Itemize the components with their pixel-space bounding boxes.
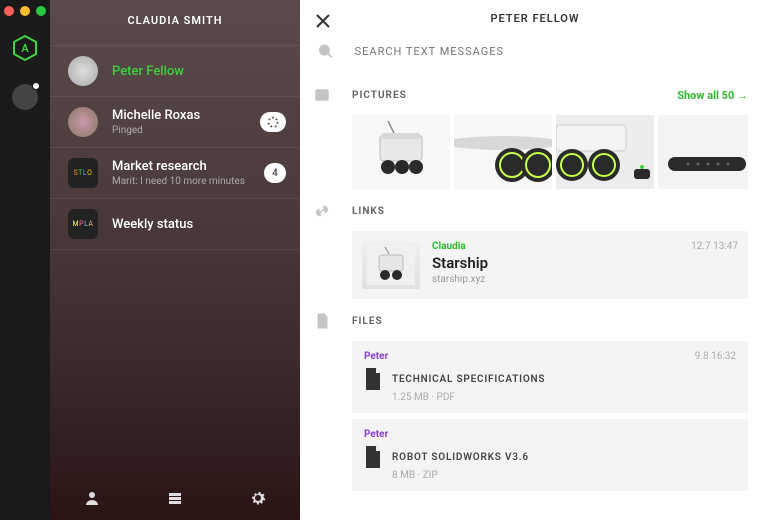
conversation-item-weekly-status[interactable]: MPLA Weekly status: [50, 199, 300, 250]
document-icon: [364, 368, 382, 390]
app-window: A CLAUDIA SMITH Peter Fellow Michelle Ro…: [0, 0, 770, 520]
user-avatar[interactable]: [12, 84, 38, 110]
close-window-icon[interactable]: [4, 6, 14, 16]
contacts-icon[interactable]: [84, 490, 100, 506]
file-sender: Peter: [364, 351, 736, 362]
conversation-name: Market research: [112, 159, 264, 174]
conversation-item-peter[interactable]: Peter Fellow: [50, 45, 300, 97]
picture-thumb[interactable]: [454, 115, 552, 189]
conversation-item-market-research[interactable]: STLO Market research Marit: I need 10 mo…: [50, 148, 300, 199]
link-thumb-icon: [362, 241, 420, 289]
conversation-name: Michelle Roxas: [112, 108, 260, 123]
search-icon: [318, 43, 333, 59]
link-card[interactable]: Claudia Starship starship.xyz 12.7 13:47: [352, 231, 748, 299]
conversation-name: Peter Fellow: [112, 64, 286, 79]
presence-badge: [32, 82, 40, 90]
close-icon[interactable]: [314, 12, 332, 30]
link-timestamp: 12.7 13:47: [691, 241, 738, 289]
section-label: PICTURES: [352, 90, 677, 101]
link-icon: [314, 203, 330, 219]
search-input[interactable]: [355, 45, 748, 58]
picture-thumb[interactable]: [556, 115, 654, 189]
nav-rail: A: [0, 0, 50, 520]
loading-badge: [260, 112, 286, 132]
conversation-sidebar: CLAUDIA SMITH Peter Fellow Michelle Roxa…: [50, 0, 300, 520]
file-meta: 1.25 MB · PDF: [392, 392, 736, 403]
file-icon: [314, 313, 330, 329]
unread-badge: 4: [264, 163, 286, 183]
file-name: ROBOT SOLIDWORKS V3.6: [392, 452, 529, 463]
panel-body: PICTURES Show all 50 → LINKS: [300, 35, 770, 520]
panel-title: PETER FELLOW: [300, 12, 770, 25]
link-sender: Claudia: [432, 241, 679, 252]
svg-text:A: A: [21, 42, 29, 55]
picture-thumb[interactable]: [658, 115, 748, 189]
conversation-preview: Pinged: [112, 125, 260, 136]
picture-thumb[interactable]: [352, 115, 450, 189]
workspace-icon[interactable]: A: [11, 34, 39, 62]
file-timestamp: 9.8 16:32: [695, 351, 736, 362]
minimize-window-icon[interactable]: [20, 6, 30, 16]
pictures-strip: [352, 115, 748, 189]
file-name: TECHNICAL SPECIFICATIONS: [392, 374, 545, 385]
conversation-preview: Marit: I need 10 more minutes: [112, 176, 264, 187]
links-section: LINKS Claudia Starship starship.xyz 12.7…: [314, 203, 748, 299]
maximize-window-icon[interactable]: [36, 6, 46, 16]
file-meta: 8 MB · ZIP: [392, 470, 736, 481]
link-url: starship.xyz: [432, 274, 679, 285]
group-avatar-icon: MPLA: [68, 209, 98, 239]
avatar-icon: [68, 107, 98, 137]
conversation-item-michelle[interactable]: Michelle Roxas Pinged: [50, 97, 300, 148]
sidebar-toolbar: [50, 476, 300, 520]
gear-icon[interactable]: [250, 490, 266, 506]
archive-icon[interactable]: [167, 490, 183, 506]
pictures-icon: [314, 87, 330, 103]
sidebar-owner: CLAUDIA SMITH: [50, 0, 300, 45]
section-label: FILES: [352, 316, 748, 327]
file-row[interactable]: 9.8 16:32 Peter TECHNICAL SPECIFICATIONS…: [352, 341, 748, 413]
pictures-section: PICTURES Show all 50 →: [314, 87, 748, 189]
section-label: LINKS: [352, 206, 748, 217]
conversation-name: Weekly status: [112, 217, 286, 232]
search-row: [314, 35, 748, 73]
avatar-icon: [68, 56, 98, 86]
conversation-list: Peter Fellow Michelle Roxas Pinged STLO: [50, 45, 300, 476]
media-panel: PETER FELLOW PICTURES Show all 50 →: [300, 0, 770, 520]
window-controls: [4, 6, 46, 16]
files-section: FILES 9.8 16:32 Peter TECHNICAL SPECIFIC…: [314, 313, 748, 491]
file-row[interactable]: Peter ROBOT SOLIDWORKS V3.6 8 MB · ZIP: [352, 419, 748, 491]
document-icon: [364, 446, 382, 468]
panel-header: PETER FELLOW: [300, 0, 770, 35]
file-sender: Peter: [364, 429, 736, 440]
show-all-link[interactable]: Show all 50 →: [677, 89, 748, 102]
link-title: Starship: [432, 254, 679, 272]
group-avatar-icon: STLO: [68, 158, 98, 188]
